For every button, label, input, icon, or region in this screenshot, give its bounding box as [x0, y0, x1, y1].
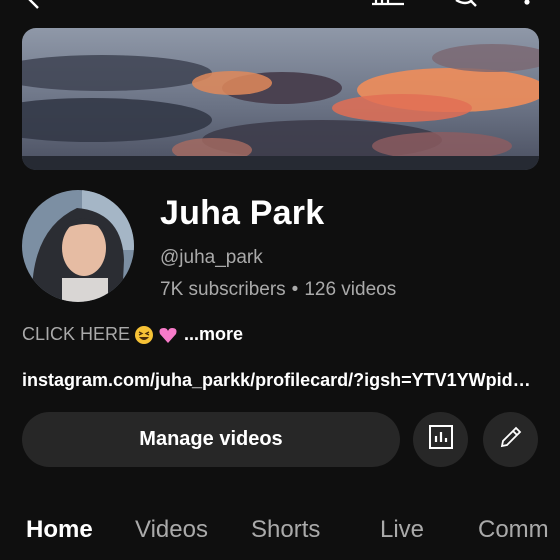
tab-home[interactable]: Home	[26, 516, 93, 544]
cast-icon[interactable]	[370, 0, 406, 15]
channel-handle: @juha_park	[160, 247, 263, 268]
avatar[interactable]	[22, 190, 134, 302]
grinning-squint-emoji	[134, 325, 154, 345]
description-text: CLICK HERE	[22, 324, 131, 344]
tab-videos[interactable]: Videos	[135, 516, 208, 544]
subscriber-count: 7K subscribers	[160, 279, 286, 300]
video-count: 126 videos	[304, 279, 397, 300]
analytics-icon	[428, 424, 454, 455]
analytics-button[interactable]	[413, 412, 468, 467]
arrow-back-icon[interactable]	[26, 0, 44, 15]
manage-videos-button[interactable]: Manage videos	[22, 412, 400, 467]
tab-live[interactable]: Live	[380, 516, 424, 544]
channel-link[interactable]: instagram.com/juha_parkk/profilecard/?ig…	[22, 370, 531, 391]
search-icon[interactable]	[454, 0, 478, 15]
more-link[interactable]: ...more	[184, 324, 243, 345]
tab-community[interactable]: Comm	[478, 516, 549, 544]
tab-shorts[interactable]: Shorts	[251, 516, 320, 544]
edit-channel-button[interactable]	[483, 412, 538, 467]
channel-tabs: Home Videos Shorts Live Comm	[0, 512, 560, 560]
stats-separator: •	[291, 279, 299, 300]
pink-heart-emoji	[158, 325, 178, 345]
channel-name: Juha Park	[160, 194, 325, 232]
top-app-bar	[0, 0, 560, 10]
channel-stats: 7K subscribers • 126 videos	[160, 279, 396, 301]
channel-description[interactable]: CLICK HERE ...more	[22, 324, 243, 345]
more-vert-icon[interactable]	[522, 0, 532, 15]
channel-banner[interactable]	[22, 28, 539, 170]
pencil-icon	[498, 424, 524, 455]
